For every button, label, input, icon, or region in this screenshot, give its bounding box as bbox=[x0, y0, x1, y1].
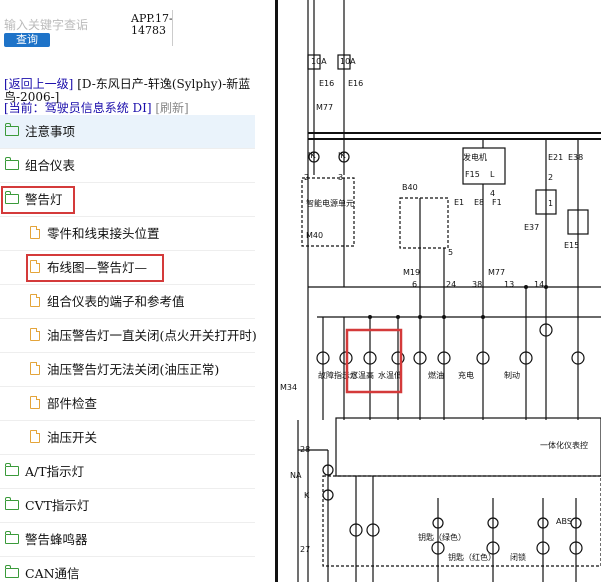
ipdm-label: 智能电源单元 bbox=[306, 198, 354, 208]
abs-label: ABS bbox=[556, 517, 572, 526]
brake-label: 制动 bbox=[504, 370, 520, 380]
brake-code: E37 bbox=[524, 223, 539, 232]
water-low-label: 水温低 bbox=[378, 370, 402, 380]
ipdm-code: M40 bbox=[306, 231, 323, 240]
e21-label: E21 bbox=[548, 153, 563, 162]
tree-item[interactable]: 组合仪表的端子和参考值 bbox=[0, 285, 255, 319]
wiring-diagram-panel: 10A 10A E16 E16 M77 2 3 智能电源单元 M40 发电机 F… bbox=[278, 0, 601, 582]
tree-item-label: 部件检查 bbox=[47, 396, 98, 411]
tree-item-label: CAN通信 bbox=[25, 566, 80, 581]
generator-id: F15 bbox=[465, 170, 480, 179]
pin-6: 6 bbox=[412, 280, 417, 289]
pin-27: 27 bbox=[300, 545, 310, 554]
ik-2: IK bbox=[338, 151, 346, 160]
wiring-diagram: 10A 10A E16 E16 M77 2 3 智能电源单元 M40 发电机 F… bbox=[280, 0, 601, 582]
pin-4: 4 bbox=[490, 189, 495, 198]
current-prefix[interactable]: [当前： bbox=[4, 101, 45, 115]
fuse-label-2: 10A bbox=[340, 57, 356, 66]
tree-item[interactable]: CVT指示灯 bbox=[0, 489, 255, 523]
search-button[interactable]: 查询 bbox=[4, 33, 50, 47]
ref-e16b: E16 bbox=[348, 79, 363, 88]
tree-item-label: 油压警告灯无法关闭(油压正常) bbox=[47, 362, 220, 377]
folder-icon bbox=[5, 463, 19, 476]
parking-code: E15 bbox=[564, 241, 579, 250]
tree-item[interactable]: 部件检查 bbox=[0, 387, 255, 421]
document-icon bbox=[30, 294, 40, 307]
k-label: K bbox=[304, 491, 310, 500]
tree-item[interactable]: A/T指示灯 bbox=[0, 455, 255, 489]
na-label: NA bbox=[290, 471, 302, 480]
refresh-link[interactable]: [刷新] bbox=[155, 101, 188, 115]
highlight-box bbox=[1, 186, 75, 214]
folder-icon bbox=[5, 531, 19, 544]
app-id: APP.17- 14783 bbox=[131, 12, 173, 37]
tree-item-label: 油压警告灯一直关闭(点火开关打开时) bbox=[47, 328, 257, 343]
folder-icon bbox=[5, 157, 19, 170]
tree-item-label: 油压开关 bbox=[47, 430, 98, 445]
m34-label: M34 bbox=[280, 383, 297, 392]
tree-item[interactable]: 组合仪表 bbox=[0, 149, 255, 183]
document-icon bbox=[30, 430, 40, 443]
generator-label: 发电机 bbox=[463, 152, 487, 162]
e8-label: E8 bbox=[474, 198, 484, 207]
document-icon bbox=[30, 226, 40, 239]
pin-28: 28 bbox=[300, 445, 310, 454]
tree-item-label: 组合仪表 bbox=[25, 158, 76, 173]
back-link[interactable]: [返回上一级] bbox=[4, 77, 73, 91]
pin-2: 2 bbox=[304, 173, 309, 182]
m19-label: M19 bbox=[403, 268, 420, 277]
tree-item-label: 警告蜂鸣器 bbox=[25, 532, 88, 547]
current-link[interactable]: 驾驶员信息系统 DI] bbox=[45, 101, 152, 115]
pin-3: 3 bbox=[338, 173, 343, 182]
tree-item-label: 零件和线束接头位置 bbox=[47, 226, 160, 241]
tree-item[interactable]: 油压开关 bbox=[0, 421, 255, 455]
pin-24: 24 bbox=[446, 280, 456, 289]
key-red-label: 钥匙（红色） bbox=[448, 552, 496, 562]
tree-item[interactable]: 警告蜂鸣器 bbox=[0, 523, 255, 557]
ik-1: IK bbox=[308, 151, 316, 160]
pin-38: 38 bbox=[472, 280, 482, 289]
e1-label: E1 bbox=[454, 198, 464, 207]
tree-item-label: 注意事项 bbox=[25, 124, 76, 139]
folder-icon bbox=[5, 497, 19, 510]
ref-m77: M77 bbox=[316, 103, 333, 112]
document-icon bbox=[30, 328, 40, 341]
e38-label: E38 bbox=[568, 153, 583, 162]
tree-item[interactable]: 注意事项 bbox=[0, 115, 255, 149]
fuel-label: 燃油 bbox=[428, 370, 444, 380]
key-green-label: 钥匙（绿色） bbox=[418, 532, 466, 542]
charge-label: 充电 bbox=[458, 370, 474, 380]
pin-5: 5 bbox=[448, 248, 453, 257]
m77b-label: M77 bbox=[488, 268, 505, 277]
combo-label: 一体化仪表控 bbox=[540, 440, 588, 450]
tree-item[interactable]: CAN通信 bbox=[0, 557, 255, 582]
left-panel: 查询 APP.17- 14783 [返回上一级] [D-东风日产-轩逸(Sylp… bbox=[0, 0, 275, 582]
ref-e16: E16 bbox=[319, 79, 334, 88]
key-lock-label: 闭锁 bbox=[510, 552, 526, 562]
tree-item[interactable]: 零件和线束接头位置 bbox=[0, 217, 255, 251]
highlight-box bbox=[26, 254, 164, 282]
pin-2b: 2 bbox=[548, 173, 553, 182]
document-icon bbox=[30, 396, 40, 409]
header-separator bbox=[172, 10, 173, 46]
f1-label: F1 bbox=[492, 198, 502, 207]
tree-item-label: 组合仪表的端子和参考值 bbox=[47, 294, 185, 309]
tree-item[interactable]: 油压警告灯一直关闭(点火开关打开时) bbox=[0, 319, 257, 353]
document-icon bbox=[30, 362, 40, 375]
fuse-label-1: 10A bbox=[311, 57, 327, 66]
current-location: [当前：驾驶员信息系统 DI] [刷新] bbox=[4, 102, 270, 115]
tree-item-label: A/T指示灯 bbox=[25, 464, 85, 479]
pin-13: 13 bbox=[504, 280, 514, 289]
water-hot-label: 水温高 bbox=[350, 370, 374, 380]
folder-icon bbox=[5, 123, 19, 136]
generator-l: L bbox=[490, 170, 495, 179]
tree-item-label: CVT指示灯 bbox=[25, 498, 90, 513]
pin-1: 1 bbox=[548, 199, 553, 208]
pin-14: 14 bbox=[534, 280, 544, 289]
tree-item[interactable]: 油压警告灯无法关闭(油压正常) bbox=[0, 353, 255, 387]
folder-icon bbox=[5, 565, 19, 578]
fuel-sensor-label: B40 bbox=[402, 183, 418, 192]
